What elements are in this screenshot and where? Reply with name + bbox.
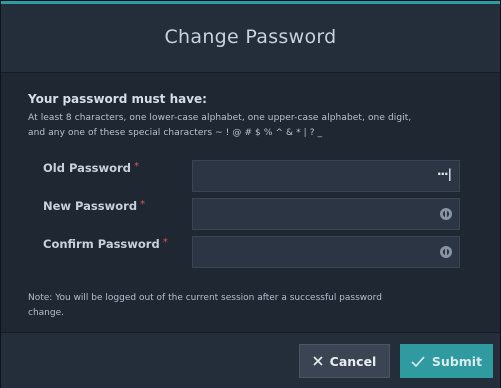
note-line: Note: You will be logged out of the curr…	[28, 293, 382, 303]
required-mark: *	[162, 237, 168, 248]
requirements-line: At least 8 characters, one lower-case al…	[28, 113, 412, 123]
requirements-line: and any one of these special characters …	[28, 128, 323, 138]
close-icon	[313, 356, 323, 366]
show-password-icon[interactable]	[439, 245, 453, 259]
confirm-password-label-text: Confirm Password	[43, 237, 160, 251]
old-password-label-text: Old Password	[43, 161, 131, 175]
checkmark-icon	[411, 355, 425, 367]
required-mark: *	[140, 199, 146, 210]
new-password-input[interactable]	[192, 198, 460, 230]
logout-note: Note: You will be logged out of the curr…	[28, 291, 473, 321]
confirm-password-label: Confirm Password *	[43, 237, 168, 251]
required-mark: *	[133, 161, 139, 172]
note-line: change.	[28, 308, 64, 318]
submit-button[interactable]: Submit	[400, 344, 493, 378]
password-manager-icon[interactable]: ···|	[437, 167, 452, 181]
cancel-button[interactable]: Cancel	[299, 344, 390, 378]
old-password-input[interactable]: ···|	[192, 160, 460, 192]
requirements-text: At least 8 characters, one lower-case al…	[28, 111, 478, 141]
old-password-label: Old Password *	[43, 161, 139, 175]
submit-button-label: Submit	[431, 353, 483, 369]
show-password-icon[interactable]	[439, 207, 453, 221]
change-password-dialog: Change Password Your password must have:…	[0, 0, 501, 388]
dialog-header: Change Password	[1, 4, 500, 73]
new-password-label: New Password *	[43, 199, 145, 213]
confirm-password-input[interactable]	[192, 236, 460, 268]
dialog-title: Change Password	[164, 26, 337, 48]
cancel-button-label: Cancel	[329, 353, 377, 369]
requirements-heading: Your password must have:	[28, 92, 207, 106]
new-password-label-text: New Password	[43, 199, 138, 213]
